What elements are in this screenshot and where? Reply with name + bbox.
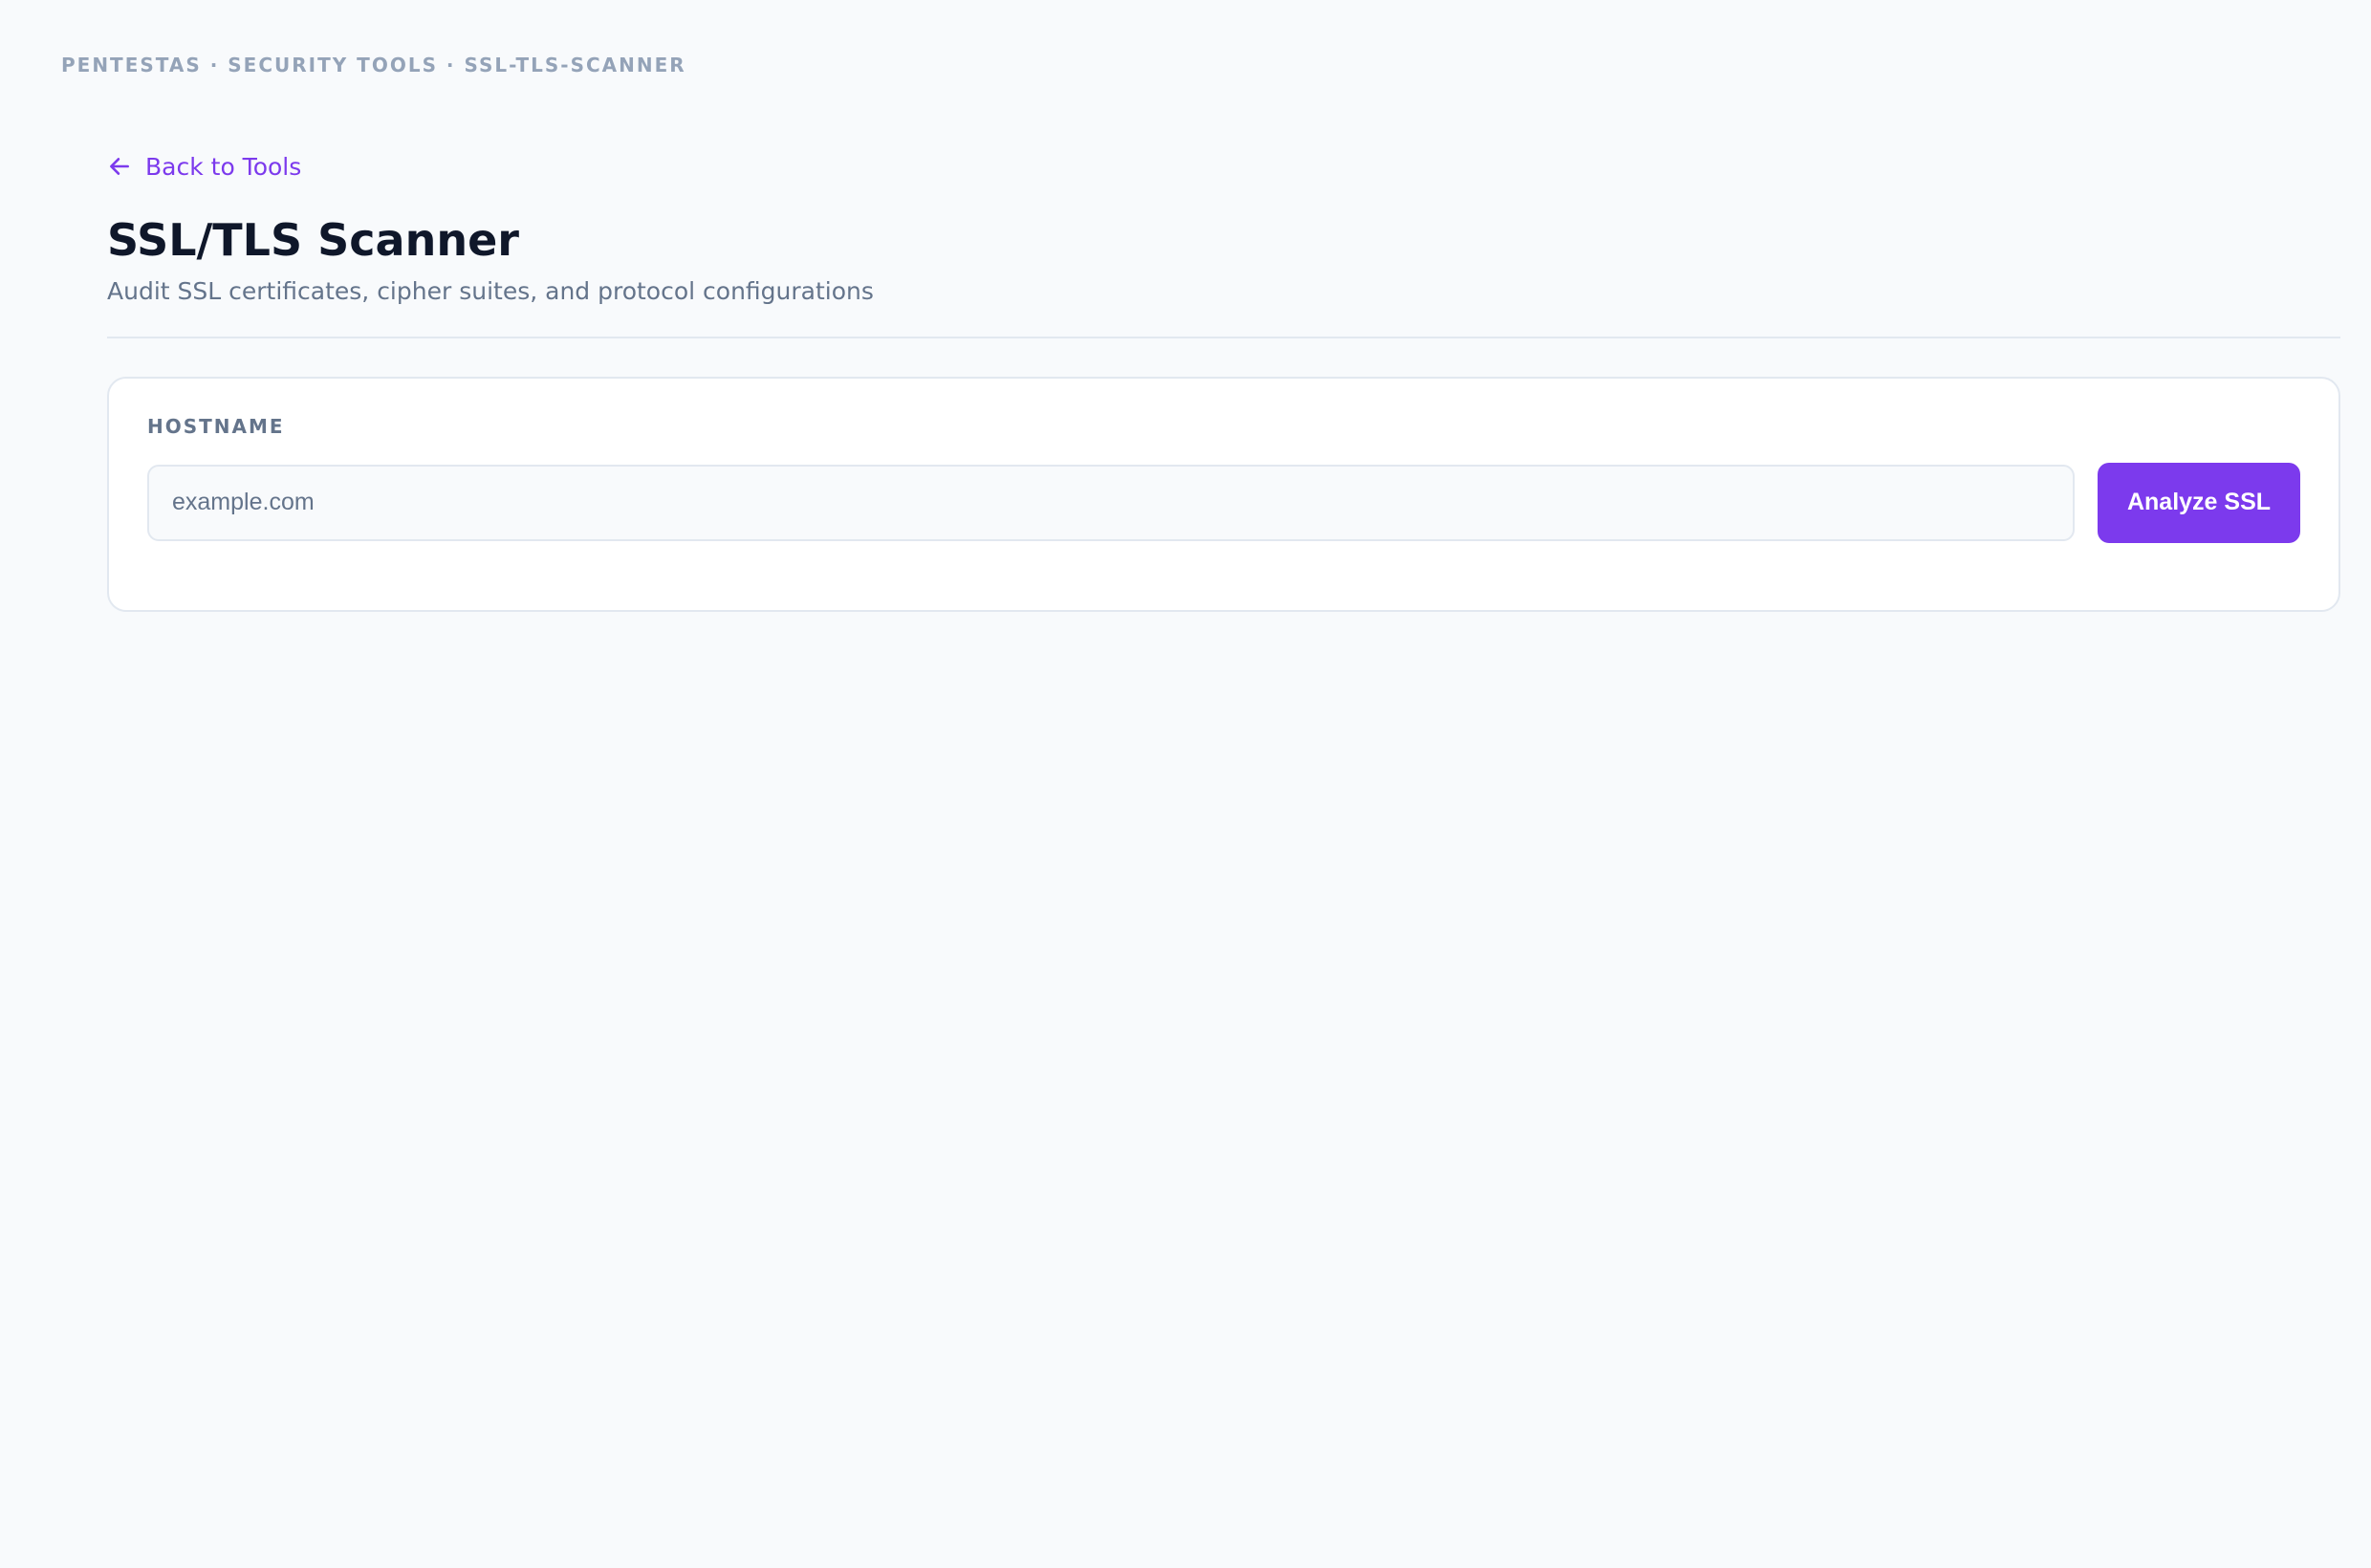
back-to-tools-link[interactable]: Back to Tools <box>107 145 301 187</box>
scan-form-card: HOSTNAME Analyze SSL <box>107 376 2340 612</box>
back-link-label: Back to Tools <box>145 152 302 181</box>
analyze-ssl-button[interactable]: Analyze SSL <box>2098 462 2300 543</box>
hostname-label: HOSTNAME <box>147 414 285 438</box>
page-title: SSL/TLS Scanner <box>107 214 519 266</box>
scan-form-row: Analyze SSL <box>147 462 2300 543</box>
header-divider <box>107 336 2340 338</box>
arrow-left-icon <box>107 154 132 179</box>
page-subtitle: Audit SSL certificates, cipher suites, a… <box>107 277 874 306</box>
hostname-input[interactable] <box>147 464 2075 541</box>
main-content: Back to Tools SSL/TLS Scanner Audit SSL … <box>107 145 2340 612</box>
breadcrumb: PENTESTAS · SECURITY TOOLS · SSL-TLS-SCA… <box>61 54 686 76</box>
